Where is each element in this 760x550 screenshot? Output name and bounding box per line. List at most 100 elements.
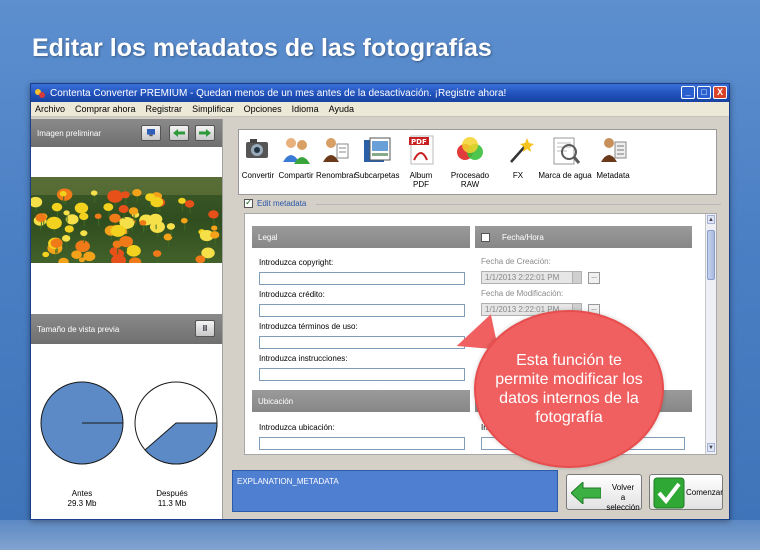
- copyright-input[interactable]: [259, 272, 465, 285]
- created-date-field[interactable]: 1/1/2013 2:22:01 PM: [481, 271, 582, 284]
- tool-procesado-raw-label: Procesado RAW: [450, 171, 490, 189]
- modified-label: Fecha de Modificación:: [481, 289, 564, 298]
- after-label: Después 11.3 Mb: [137, 489, 207, 509]
- raw-icon: [457, 137, 483, 160]
- scroll-thumb[interactable]: [707, 230, 715, 280]
- app-logo-icon: [35, 88, 46, 99]
- created-label: Fecha de Creación:: [481, 257, 551, 266]
- back-to-selection-button[interactable]: Volver a selección: [566, 474, 642, 512]
- tool-metadata[interactable]: Metadata: [594, 134, 632, 180]
- pause-button[interactable]: II: [195, 320, 215, 337]
- legal-header: Legal: [252, 226, 470, 248]
- monitor-icon: [147, 129, 155, 137]
- pdf-icon: PDF: [409, 135, 434, 165]
- edit-metadata-toggle[interactable]: Edit metadata: [244, 197, 307, 208]
- size-header: Tamaño de vista previa II: [31, 314, 222, 344]
- rename-icon: [323, 138, 349, 162]
- instructions-label: Introduzca instrucciones:: [259, 354, 348, 363]
- subfolders-icon: [364, 137, 391, 162]
- size-pies: [40, 381, 218, 465]
- tool-marca-agua[interactable]: Marca de agua: [537, 134, 593, 180]
- instructions-input[interactable]: [259, 368, 465, 381]
- tool-compartir[interactable]: Compartir: [277, 134, 315, 180]
- monitor-button[interactable]: [141, 125, 161, 141]
- after-title: Después: [156, 489, 188, 498]
- svg-text:PDF: PDF: [411, 138, 427, 146]
- menu-comprar[interactable]: Comprar ahora: [75, 104, 136, 114]
- location-label: Introduzca ubicación:: [259, 423, 335, 432]
- metadata-icon: [601, 138, 627, 162]
- edit-metadata-label: Edit metadata: [257, 199, 307, 208]
- menu-registrar[interactable]: Registrar: [146, 104, 183, 114]
- before-label: Antes 29.3 Mb: [47, 489, 117, 509]
- scroll-down-icon[interactable]: ▼: [707, 443, 715, 452]
- tool-convertir[interactable]: Convertir: [241, 134, 275, 180]
- share-icon: [283, 138, 310, 164]
- next-button[interactable]: [195, 125, 215, 141]
- menu-archivo[interactable]: Archivo: [35, 104, 65, 114]
- tool-fx[interactable]: FX: [505, 134, 534, 180]
- menu-idioma[interactable]: Idioma: [292, 104, 319, 114]
- maximize-button[interactable]: □: [697, 86, 711, 99]
- menu-opciones[interactable]: Opciones: [244, 104, 282, 114]
- terms-input[interactable]: [259, 336, 465, 349]
- after-size: 11.3 Mb: [157, 499, 187, 508]
- minimize-button[interactable]: _: [681, 86, 695, 99]
- copyright-label: Introduzca copyright:: [259, 258, 334, 267]
- window-title: Contenta Converter PREMIUM - Quedan meno…: [50, 87, 507, 99]
- datetime-header-title: Fecha/Hora: [502, 232, 544, 242]
- tool-renombrar-label: Renombrar: [316, 171, 357, 180]
- before-size: 29.3 Mb: [67, 499, 97, 508]
- datetime-checkbox[interactable]: [481, 232, 490, 242]
- terms-label: Introduzca términos de uso:: [259, 322, 358, 331]
- location-header-title: Ubicación: [258, 396, 294, 406]
- tool-procesado-raw[interactable]: Procesado RAW: [442, 134, 498, 189]
- bottom-reflection: [0, 520, 760, 550]
- credit-input[interactable]: [259, 304, 465, 317]
- credit-label: Introduzca crédito:: [259, 290, 325, 299]
- menu-ayuda[interactable]: Ayuda: [329, 104, 354, 114]
- preview-image: [31, 177, 222, 263]
- location-header: Ubicación: [252, 390, 470, 412]
- divider: [316, 204, 721, 205]
- menu-simplificar[interactable]: Simplificar: [192, 104, 234, 114]
- arrow-right-icon: [199, 129, 211, 137]
- scroll-up-icon[interactable]: ▲: [707, 215, 715, 224]
- start-button-label: Comenzar: [686, 488, 723, 497]
- back-button-label: Volver a selección: [606, 483, 640, 512]
- previous-button[interactable]: [169, 125, 189, 141]
- form-scrollbar[interactable]: ▲ ▼: [705, 214, 716, 454]
- tool-compartir-label: Compartir: [278, 171, 314, 180]
- tool-fx-label: FX: [512, 171, 524, 180]
- tool-album-pdf[interactable]: PDF Album PDF: [402, 134, 440, 189]
- start-button[interactable]: Comenzar: [649, 474, 723, 510]
- toolbar: Convertir Compartir Renombrar Subcarpeta…: [238, 129, 717, 195]
- location-input[interactable]: [259, 437, 465, 450]
- created-date-value: 1/1/2013 2:22:01 PM: [485, 273, 560, 282]
- preview-header: Imagen preliminar: [31, 119, 222, 147]
- checkmark-icon: [653, 477, 685, 509]
- explanation-box: EXPLANATION_METADATA: [232, 470, 558, 512]
- arrow-left-icon: [173, 129, 185, 137]
- page-headline: Editar los metadatos de las fotografías: [32, 34, 492, 62]
- tool-renombrar[interactable]: Renombrar: [316, 134, 357, 180]
- arrow-left-icon: [571, 482, 601, 504]
- convert-icon: [246, 139, 268, 158]
- tool-subcarpetas[interactable]: Subcarpetas: [354, 134, 400, 180]
- preview-title: Imagen preliminar: [37, 128, 102, 138]
- feature-callout: Esta función te permite modificar los da…: [474, 310, 664, 468]
- close-button[interactable]: X: [713, 86, 727, 99]
- created-spinner[interactable]: [572, 272, 581, 283]
- fx-icon: [510, 138, 534, 163]
- tool-marca-agua-label: Marca de agua: [538, 171, 592, 180]
- created-picker-button[interactable]: ...: [588, 272, 600, 284]
- edit-metadata-checkbox[interactable]: [244, 197, 253, 208]
- tool-subcarpetas-label: Subcarpetas: [354, 171, 400, 180]
- tool-album-pdf-label: Album PDF: [409, 171, 433, 189]
- title-bar: Contenta Converter PREMIUM - Quedan meno…: [31, 84, 729, 102]
- app-window: Contenta Converter PREMIUM - Quedan meno…: [30, 83, 730, 520]
- watermark-icon: [553, 137, 581, 165]
- callout-text: Esta función te permite modificar los da…: [495, 352, 643, 426]
- legal-header-title: Legal: [258, 232, 278, 242]
- before-title: Antes: [71, 489, 93, 498]
